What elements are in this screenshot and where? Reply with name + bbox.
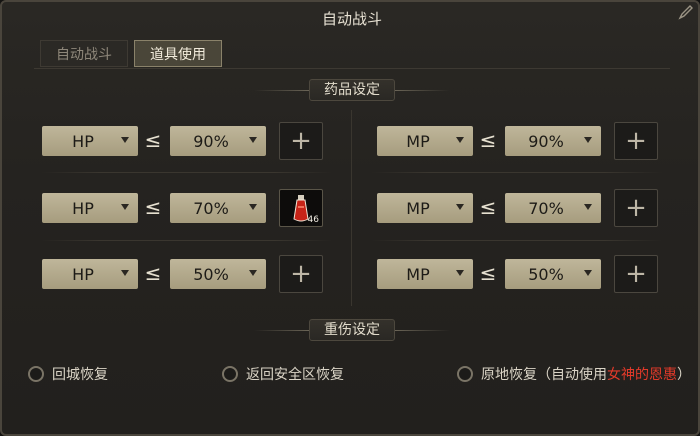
mp-stat-select[interactable]: MP (377, 126, 473, 156)
row-separator (42, 240, 332, 241)
mp-stat-select[interactable]: MP (377, 259, 473, 289)
hp-threshold-select[interactable]: 50% (170, 259, 266, 289)
ornament-left (254, 329, 309, 331)
chevron-down-icon (584, 204, 592, 210)
hp-potion-slot[interactable]: + (279, 122, 323, 160)
mp-row-3: MP ≤ 50% + (377, 255, 667, 293)
row-separator (372, 172, 662, 173)
injury-section-title: 重伤设定 (309, 319, 395, 341)
hp-row-1: HP ≤ 90% + (42, 122, 332, 160)
radio-revive-in-place[interactable]: 原地恢复（自动使用女神的恩惠） (457, 364, 691, 384)
hp-potion-slot[interactable]: 46 (279, 189, 323, 227)
chevron-down-icon (456, 270, 464, 276)
mp-potion-slot[interactable]: + (614, 255, 658, 293)
ornament-right (395, 329, 450, 331)
hp-potion-slot[interactable]: + (279, 255, 323, 293)
radio-label: 返回安全区恢复 (246, 367, 344, 383)
less-equal-symbol: ≤ (144, 128, 162, 152)
ornament-left (254, 89, 309, 91)
hp-threshold-select[interactable]: 90% (170, 126, 266, 156)
goddess-blessing-highlight: 女神的恩惠 (607, 367, 677, 383)
mp-threshold-select[interactable]: 50% (505, 259, 601, 289)
radio-return-safezone[interactable]: 返回安全区恢复 (222, 364, 344, 384)
column-divider (351, 110, 352, 306)
radio-label: 原地恢复（自动使用女神的恩惠） (481, 367, 691, 383)
less-equal-symbol: ≤ (144, 261, 162, 285)
less-equal-symbol: ≤ (144, 195, 162, 219)
radio-circle[interactable] (457, 366, 473, 382)
row-separator (372, 240, 662, 241)
ornament-right (395, 89, 450, 91)
auto-battle-panel: 自动战斗 自动战斗 道具使用 药品设定 HP ≤ 90% + HP ≤ 70% (0, 0, 700, 436)
less-equal-symbol: ≤ (479, 195, 497, 219)
hp-stat-select[interactable]: HP (42, 126, 138, 156)
tab-bar: 自动战斗 道具使用 (40, 40, 222, 67)
mp-stat-select[interactable]: MP (377, 193, 473, 223)
tab-item-use[interactable]: 道具使用 (134, 40, 222, 67)
hp-stat-select[interactable]: HP (42, 259, 138, 289)
mp-threshold-select[interactable]: 70% (505, 193, 601, 223)
window-title: 自动战斗 (321, 10, 382, 28)
chevron-down-icon (456, 204, 464, 210)
hp-row-3: HP ≤ 50% + (42, 255, 332, 293)
less-equal-symbol: ≤ (479, 128, 497, 152)
hp-threshold-select[interactable]: 70% (170, 193, 266, 223)
radio-circle[interactable] (222, 366, 238, 382)
chevron-down-icon (584, 270, 592, 276)
chevron-down-icon (121, 137, 129, 143)
less-equal-symbol: ≤ (479, 261, 497, 285)
tab-auto-battle[interactable]: 自动战斗 (40, 40, 128, 67)
plus-icon: + (290, 259, 312, 289)
row-separator (42, 172, 332, 173)
chevron-down-icon (121, 204, 129, 210)
chevron-down-icon (121, 270, 129, 276)
plus-icon: + (290, 126, 312, 156)
mp-threshold-select[interactable]: 90% (505, 126, 601, 156)
item-count: 46 (307, 215, 319, 225)
chevron-down-icon (249, 270, 257, 276)
plus-icon: + (625, 126, 647, 156)
radio-return-town[interactable]: 回城恢复 (28, 364, 108, 384)
edit-pen-icon[interactable] (678, 4, 694, 20)
mp-potion-slot[interactable]: + (614, 189, 658, 227)
mp-row-1: MP ≤ 90% + (377, 122, 667, 160)
radio-label: 回城恢复 (52, 367, 108, 383)
injury-section-header: 重伤设定 (2, 319, 700, 341)
potion-section-header: 药品设定 (2, 79, 700, 101)
chevron-down-icon (456, 137, 464, 143)
radio-circle[interactable] (28, 366, 44, 382)
chevron-down-icon (249, 137, 257, 143)
tab-underline (34, 68, 670, 69)
chevron-down-icon (249, 204, 257, 210)
mp-row-2: MP ≤ 70% + (377, 189, 667, 227)
plus-icon: + (625, 193, 647, 223)
potion-section-title: 药品设定 (309, 79, 395, 101)
chevron-down-icon (584, 137, 592, 143)
mp-potion-slot[interactable]: + (614, 122, 658, 160)
hp-stat-select[interactable]: HP (42, 193, 138, 223)
plus-icon: + (625, 259, 647, 289)
hp-row-2: HP ≤ 70% 46 (42, 189, 332, 227)
